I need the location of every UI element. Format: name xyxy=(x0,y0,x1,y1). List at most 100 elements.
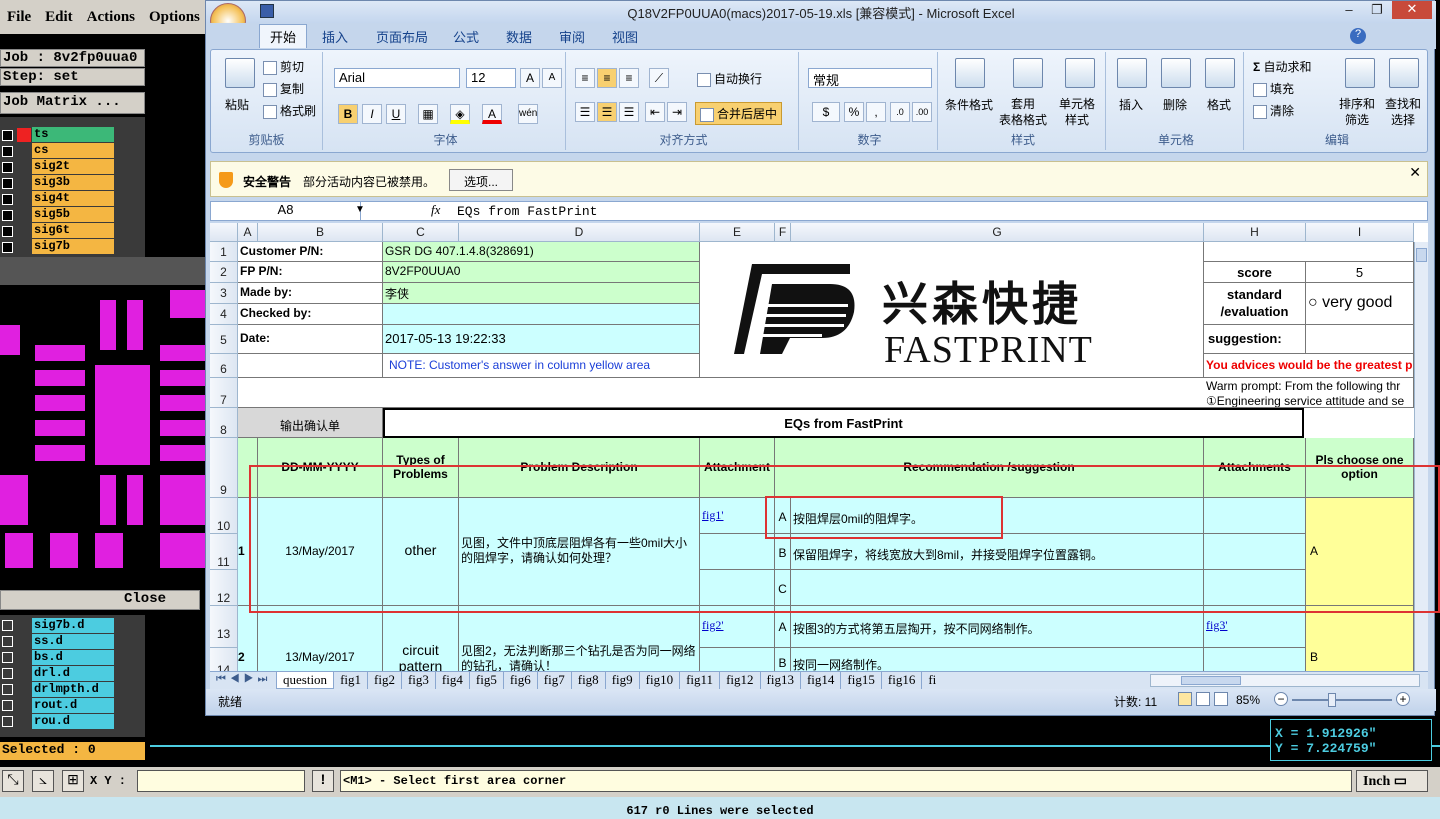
eq-description[interactable]: 见图2，无法判断那三个钻孔是否为同一网络的钻孔，请确认！ xyxy=(459,606,700,671)
close-window-icon[interactable]: ✕ xyxy=(1392,1,1432,19)
eq-attachments-link[interactable]: fig3' xyxy=(1204,606,1306,648)
find-select-button[interactable]: 查找和 选择 xyxy=(1385,96,1421,128)
increase-indent-icon[interactable]: ⇥ xyxy=(667,102,687,122)
sheet-tab[interactable]: fig11 xyxy=(680,672,721,689)
number-format-dropdown[interactable]: 常规 xyxy=(808,68,932,88)
tab-data[interactable]: 数据 xyxy=(506,27,532,46)
option-text[interactable]: 按阻焊层0mil的阻焊字。 xyxy=(791,498,1204,534)
decrease-indent-icon[interactable]: ⇤ xyxy=(645,102,665,122)
row-header[interactable]: 3 xyxy=(210,283,238,304)
sheet-tab[interactable]: fig15 xyxy=(841,672,882,689)
eq-date[interactable]: 13/May/2017 xyxy=(258,498,383,606)
tab-formulas[interactable]: 公式 xyxy=(453,27,479,46)
clear-button[interactable]: 清除 xyxy=(1253,102,1294,119)
made-by-value[interactable]: 李侠 xyxy=(383,283,700,304)
row-header[interactable]: 6 xyxy=(210,354,238,378)
output-confirm-button[interactable]: 输出确认单 xyxy=(238,408,383,438)
row-header[interactable]: 7 xyxy=(210,378,238,408)
zoom-in-icon[interactable]: + xyxy=(1396,692,1410,706)
date-value[interactable]: 2017-05-13 19:22:33 xyxy=(383,325,700,354)
currency-icon[interactable]: $ xyxy=(812,102,840,122)
sheet-tab[interactable]: fig12 xyxy=(720,672,761,689)
layer-name[interactable]: drlmpth.d xyxy=(32,682,114,697)
zoom-slider-thumb[interactable] xyxy=(1328,693,1336,707)
name-box-dropdown-icon[interactable]: ▼ xyxy=(355,204,365,215)
eq-description[interactable]: 见图，文件中顶底层阻焊各有一些0mil大小的阻焊字，请确认如何处理？ xyxy=(459,498,700,606)
sort-filter-button[interactable]: 排序和 筛选 xyxy=(1339,96,1375,128)
minimize-icon[interactable]: – xyxy=(1338,2,1360,20)
save-icon[interactable] xyxy=(260,4,274,18)
restore-icon[interactable]: ❐ xyxy=(1366,2,1388,20)
option-text[interactable]: 按同一网络制作。 xyxy=(791,648,1204,671)
sort-filter-icon[interactable] xyxy=(1345,58,1375,88)
close-warning-icon[interactable]: ✕ xyxy=(1409,164,1421,181)
page-break-view-icon[interactable] xyxy=(1214,692,1228,706)
increase-decimal-icon[interactable]: .0 xyxy=(890,102,910,122)
layer-row[interactable]: cs xyxy=(0,143,145,159)
eq-attachment-link[interactable]: fig2' xyxy=(700,606,775,648)
row-header[interactable]: 4 xyxy=(210,304,238,325)
option-text[interactable]: 按图3的方式将第五层掏开，按不同网络制作。 xyxy=(791,606,1204,648)
page-layout-view-icon[interactable] xyxy=(1196,692,1210,706)
eq-choice[interactable]: A xyxy=(1306,498,1414,606)
col-header[interactable]: E xyxy=(700,223,775,242)
row-header[interactable]: 14 xyxy=(210,648,238,671)
sheet-tab[interactable]: fig6 xyxy=(504,672,538,689)
cut-button[interactable]: 剪切 xyxy=(263,58,304,75)
sheet-tab[interactable]: fig16 xyxy=(882,672,923,689)
sheet-tab[interactable]: fig4 xyxy=(436,672,470,689)
eq-title[interactable]: EQs from FastPrint xyxy=(383,408,1304,438)
copy-button[interactable]: 复制 xyxy=(263,80,304,97)
sheet-tab[interactable]: fig8 xyxy=(572,672,606,689)
empty-cell[interactable] xyxy=(1204,242,1414,262)
menu-actions[interactable]: Actions xyxy=(80,9,142,26)
sheet-tab[interactable]: fig1 xyxy=(334,672,369,689)
vertical-scrollbar[interactable] xyxy=(1414,242,1428,671)
sheet-nav-icons[interactable]: ⏮◀▶⏭ xyxy=(216,673,271,686)
conditional-format-button[interactable]: 条件格式 xyxy=(945,96,993,113)
bold-icon[interactable]: B xyxy=(338,104,358,124)
option-text[interactable]: 保留阻焊字，将线宽放大到8mil，并接受阻焊字位置露铜。 xyxy=(791,534,1204,570)
tab-review[interactable]: 审阅 xyxy=(559,27,585,46)
security-options-button[interactable]: 选项... xyxy=(449,169,513,191)
eq-date[interactable]: 13/May/2017 xyxy=(258,606,383,671)
row-header[interactable]: 12 xyxy=(210,570,238,606)
attachment-link[interactable]: fig3' xyxy=(1206,618,1228,632)
border-icon[interactable]: ▦ xyxy=(418,104,438,124)
tab-home[interactable]: 开始 xyxy=(259,24,308,48)
layer-row[interactable]: sig6t xyxy=(0,223,145,239)
sheet-tab[interactable]: fig14 xyxy=(801,672,842,689)
zoom-level[interactable]: 85% xyxy=(1236,693,1260,707)
row-header[interactable]: 11 xyxy=(210,534,238,570)
normal-view-icon[interactable] xyxy=(1178,692,1192,706)
scroll-thumb[interactable] xyxy=(1416,248,1427,262)
layer-row[interactable]: sig2t xyxy=(0,159,145,175)
job-matrix-button[interactable]: Job Matrix ... xyxy=(0,92,145,114)
row-header[interactable]: 8 xyxy=(210,408,238,438)
merge-center-button[interactable]: 合并后居中 xyxy=(695,102,783,125)
paste-button[interactable]: 粘贴 xyxy=(225,96,249,113)
italic-icon[interactable]: I xyxy=(362,104,382,124)
format-cells-button[interactable]: 格式 xyxy=(1207,96,1231,113)
align-center-icon[interactable]: ☰ xyxy=(597,102,617,122)
row-header[interactable]: 5 xyxy=(210,325,238,354)
insert-cells-icon[interactable] xyxy=(1117,58,1147,88)
horizontal-scroll-thumb[interactable] xyxy=(1181,676,1241,685)
tab-insert[interactable]: 插入 xyxy=(322,27,348,46)
layer-name[interactable]: rou.d xyxy=(32,714,114,729)
row-header[interactable]: 10 xyxy=(210,498,238,534)
insert-cells-button[interactable]: 插入 xyxy=(1119,96,1143,113)
align-bottom-icon[interactable]: ≡ xyxy=(619,68,639,88)
empty-cell[interactable] xyxy=(1204,570,1306,606)
align-left-icon[interactable]: ☰ xyxy=(575,102,595,122)
row-header[interactable]: 1 xyxy=(210,242,238,262)
layer-name[interactable]: drl.d xyxy=(32,666,114,681)
col-header[interactable]: I xyxy=(1306,223,1414,242)
layer-name[interactable]: sig7b.d xyxy=(32,618,114,633)
select-all-corner[interactable] xyxy=(210,223,238,242)
empty-cell[interactable] xyxy=(700,570,775,606)
close-button[interactable]: Close xyxy=(0,590,200,610)
empty-cell[interactable] xyxy=(1204,534,1306,570)
fill-color-icon[interactable]: ◈ xyxy=(450,104,470,124)
col-header[interactable]: G xyxy=(791,223,1204,242)
